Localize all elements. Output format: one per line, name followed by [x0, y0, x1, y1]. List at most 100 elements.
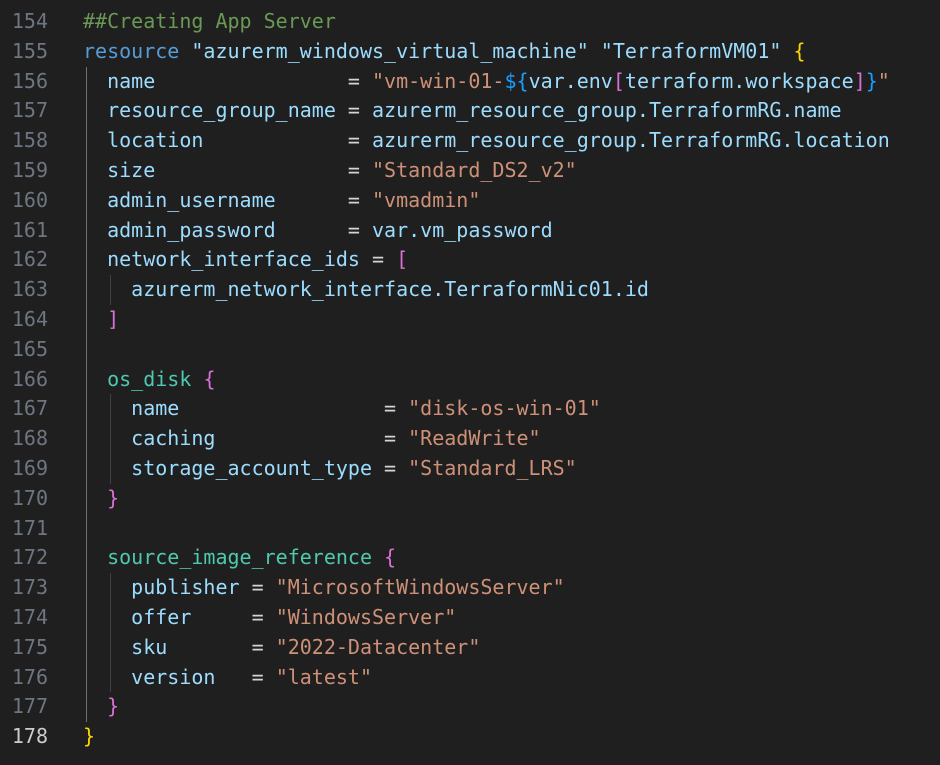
- line-number: 173: [11, 575, 48, 600]
- code-token: =: [203, 128, 372, 153]
- line-number: 158: [11, 128, 48, 153]
- code-token: name: [107, 68, 156, 93]
- code-line[interactable]: 177 }: [0, 692, 940, 722]
- code-line[interactable]: 166 os_disk {: [0, 365, 940, 395]
- code-line[interactable]: 169 storage_account_type = "Standard_LRS…: [0, 454, 940, 484]
- code-token: {: [203, 366, 216, 391]
- code-token: offer: [131, 605, 192, 629]
- code-token: version: [131, 664, 216, 689]
- line-number: 163: [11, 277, 48, 302]
- code-line[interactable]: 167 name = "disk-os-win-01": [0, 394, 940, 424]
- line-number: 169: [11, 456, 48, 480]
- indent-guide: [110, 394, 111, 484]
- code-text: size = "Standard_DS2_v2": [83, 156, 577, 186]
- code-token: "Standard_LRS": [408, 456, 577, 480]
- code-token: ]: [107, 307, 120, 331]
- code-token: caching: [131, 426, 216, 451]
- code-line[interactable]: 174 offer = "WindowsServer": [0, 603, 940, 633]
- indent-guide: [110, 275, 111, 305]
- code-line[interactable]: 154 ##Creating App Server: [0, 7, 940, 37]
- code-token: =: [179, 396, 409, 421]
- code-token: =: [215, 664, 276, 689]
- code-line[interactable]: 170 }: [0, 484, 940, 514]
- code-token: sku: [131, 634, 168, 659]
- line-number: 178: [11, 724, 48, 749]
- code-token: ]: [853, 68, 866, 93]
- code-token: "WindowsServer": [275, 605, 457, 629]
- code-line[interactable]: 176 version = "latest": [0, 663, 940, 693]
- code-token: {: [793, 38, 806, 63]
- code-token: =: [215, 426, 409, 451]
- code-token: source_image_reference: [107, 545, 372, 570]
- line-number: 155: [11, 38, 48, 63]
- line-number: 164: [11, 307, 48, 331]
- code-line[interactable]: 172 source_image_reference {: [0, 543, 940, 573]
- code-token: =: [155, 68, 373, 93]
- code-text: storage_account_type = "Standard_LRS": [83, 454, 577, 484]
- line-number: 172: [11, 545, 48, 570]
- code-token: {: [384, 545, 397, 570]
- code-line[interactable]: 162 network_interface_ids = [: [0, 245, 940, 275]
- line-number: 159: [11, 158, 48, 182]
- code-text: publisher = "MicrosoftWindowsServer": [83, 573, 565, 603]
- code-line[interactable]: 163 azurerm_network_interface.TerraformN…: [0, 275, 940, 305]
- code-token: "disk-os-win-01": [408, 396, 601, 421]
- line-number: 174: [11, 605, 48, 629]
- code-text: ]: [83, 305, 119, 335]
- code-line[interactable]: 160 admin_username = "vmadmin": [0, 186, 940, 216]
- code-line[interactable]: 158 location = azurerm_resource_group.Te…: [0, 126, 940, 156]
- code-line[interactable]: 178}: [0, 722, 940, 752]
- code-token: }: [107, 485, 120, 510]
- code-line[interactable]: 164 ]: [0, 305, 940, 335]
- line-number: 167: [11, 396, 48, 421]
- code-token: "vmadmin": [372, 187, 481, 212]
- code-line[interactable]: 159 size = "Standard_DS2_v2": [0, 156, 940, 186]
- code-token: storage_account_type: [131, 456, 372, 480]
- code-token: "ReadWrite": [408, 426, 541, 451]
- code-token: terraform.workspace: [624, 68, 854, 93]
- code-line[interactable]: 175 sku = "2022-Datacenter": [0, 633, 940, 663]
- code-editor[interactable]: 154 ##Creating App Server 155 resource "azu…: [0, 0, 940, 765]
- code-token: }: [83, 724, 96, 749]
- code-text: sku = "2022-Datacenter": [83, 633, 480, 663]
- code-token: os_disk: [107, 366, 192, 391]
- line-number: 166: [11, 366, 48, 391]
- code-token: "Standard_DS2_v2": [372, 158, 577, 182]
- code-token: =: [239, 575, 276, 600]
- code-token: }: [865, 68, 878, 93]
- code-line[interactable]: 173 publisher = "MicrosoftWindowsServer": [0, 573, 940, 603]
- code-token: "MicrosoftWindowsServer": [275, 575, 565, 600]
- code-line[interactable]: 157 resource_group_name = azurerm_resour…: [0, 96, 940, 126]
- code-line[interactable]: 165: [0, 335, 940, 365]
- code-text: caching = "ReadWrite": [83, 424, 541, 454]
- code-token: azurerm_network_interface.TerraformNic01…: [131, 277, 649, 302]
- code-token: size: [107, 158, 156, 182]
- line-number: 162: [11, 247, 48, 272]
- code-token: location: [107, 128, 204, 153]
- code-text: admin_password = var.vm_password: [83, 216, 553, 246]
- code-line[interactable]: 156 name = "vm-win-01-${var.env[terrafor…: [0, 67, 940, 97]
- line-number: 175: [11, 634, 48, 659]
- code-token: network_interface_ids: [107, 247, 360, 272]
- code-text: location = azurerm_resource_group.Terraf…: [83, 126, 890, 156]
- code-token: azurerm_resource_group.TerraformRG.locat…: [372, 128, 890, 153]
- code-token: resource_group_name: [107, 98, 336, 123]
- code-text: source_image_reference {: [83, 543, 396, 573]
- code-line[interactable]: 168 caching = "ReadWrite": [0, 424, 940, 454]
- code-token: "TerraformVM01": [600, 38, 782, 63]
- code-line[interactable]: 161 admin_password = var.vm_password: [0, 216, 940, 246]
- line-number: 176: [11, 664, 48, 689]
- code-token: resource: [83, 38, 180, 63]
- code-line[interactable]: 155 resource "azurerm_windows_virtual_mac…: [0, 37, 940, 67]
- code-line[interactable]: 171: [0, 514, 940, 544]
- code-text: ##Creating App Server: [83, 7, 336, 37]
- line-number: 165: [11, 336, 48, 361]
